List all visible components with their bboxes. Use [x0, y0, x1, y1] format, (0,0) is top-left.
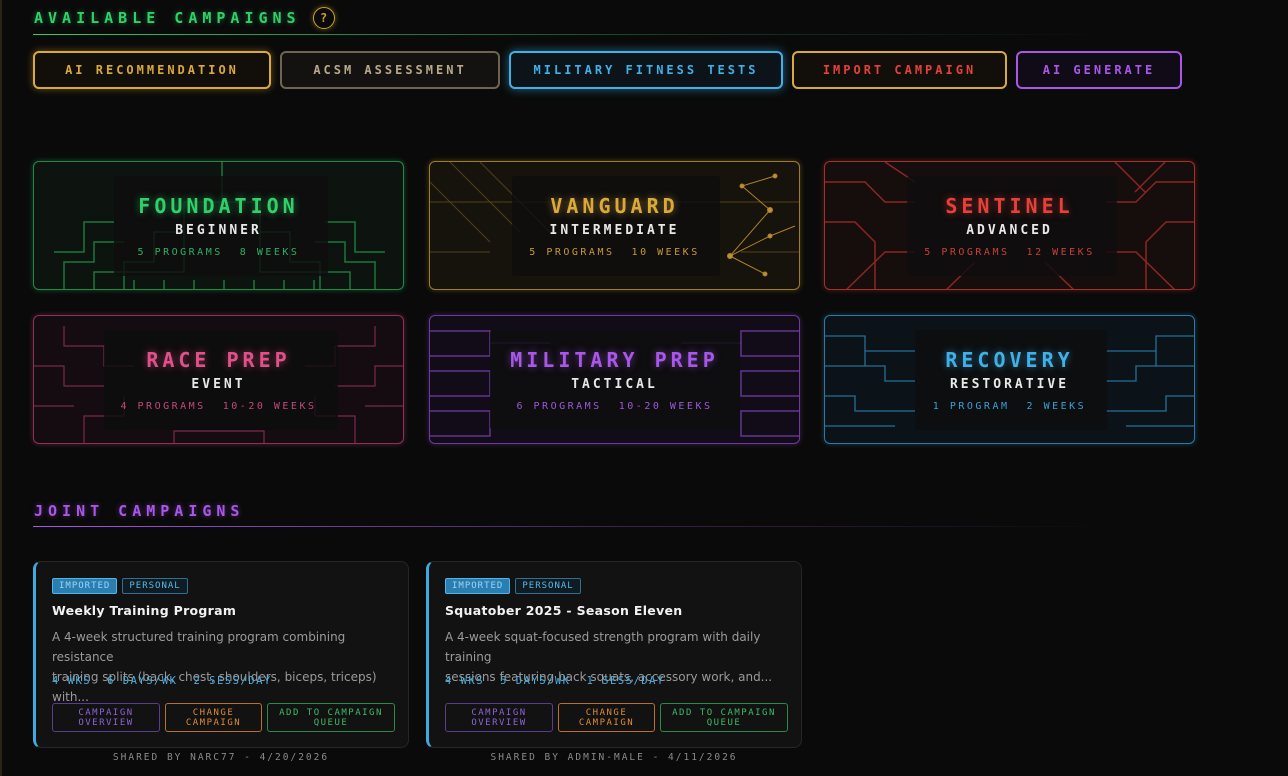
joint-campaign-card[interactable]: IMPORTED PERSONAL Squatober 2025 - Seaso… — [426, 561, 802, 748]
campaign-programs: 5 PROGRAMS — [137, 247, 223, 258]
campaign-meta: 4 PROGRAMS 10-20 WEEKS — [34, 401, 403, 412]
help-icon[interactable]: ? — [312, 7, 335, 29]
days-stat: 5 DAYS/WK — [500, 675, 571, 687]
campaign-meta: 5 PROGRAMS 10 WEEKS — [430, 247, 799, 258]
campaign-level: ADVANCED — [966, 223, 1053, 238]
campaign-programs: 1 PROGRAM — [932, 401, 1010, 412]
badge-group: IMPORTED PERSONAL — [52, 578, 188, 594]
change-campaign-button[interactable]: CHANGE CAMPAIGN — [558, 703, 655, 732]
acsm-assessment-button[interactable]: ACSM ASSESSMENT — [280, 51, 500, 89]
campaign-action-buttons: AI RECOMMENDATION ACSM ASSESSMENT MILITA… — [33, 51, 1182, 89]
left-edge-line — [0, 0, 2, 776]
sessions-stat: 1 SESS/DAY — [586, 675, 665, 687]
campaign-programs: 5 PROGRAMS — [924, 247, 1010, 258]
available-divider — [33, 34, 1107, 35]
campaign-meta: 5 PROGRAMS 8 WEEKS — [34, 247, 403, 258]
imported-badge: IMPORTED — [52, 578, 118, 594]
campaign-overview-button[interactable]: CAMPAIGN OVERVIEW — [445, 703, 553, 732]
imported-badge: IMPORTED — [445, 578, 511, 594]
add-to-queue-button[interactable]: ADD TO CAMPAIGN QUEUE — [267, 703, 395, 732]
description-line: A 4-week squat-focused strength program … — [445, 630, 761, 664]
joint-divider — [33, 526, 1107, 527]
shared-by-label: SHARED BY ADMIN-MALE - 4/11/2026 — [490, 752, 738, 763]
personal-badge: PERSONAL — [122, 578, 188, 594]
shared-by-label: SHARED BY NARC77 - 4/20/2026 — [112, 752, 330, 763]
available-campaigns-title: AVAILABLE CAMPAIGNS — [34, 9, 301, 27]
import-campaign-button[interactable]: IMPORT CAMPAIGN — [792, 51, 1007, 89]
campaign-name: RECOVERY — [945, 348, 1074, 372]
change-campaign-button[interactable]: CHANGE CAMPAIGN — [165, 703, 262, 732]
badge-group: IMPORTED PERSONAL — [445, 578, 581, 594]
campaign-level: EVENT — [191, 377, 246, 392]
campaign-name: SENTINEL — [945, 194, 1074, 218]
campaign-level: RESTORATIVE — [949, 377, 1070, 392]
campaign-duration: 10 WEEKS — [631, 247, 700, 258]
description-line: A 4-week structured training program com… — [52, 630, 346, 664]
ai-recommendation-button[interactable]: AI RECOMMENDATION — [33, 51, 271, 89]
campaign-card-sentinel[interactable]: SENTINEL ADVANCED 5 PROGRAMS 12 WEEKS — [824, 161, 1195, 290]
campaign-duration: 8 WEEKS — [239, 247, 300, 258]
campaign-name: RACE PREP — [146, 348, 291, 372]
campaign-meta: 6 PROGRAMS 10-20 WEEKS — [430, 401, 799, 412]
personal-badge: PERSONAL — [515, 578, 581, 594]
joint-campaign-stats: 4 WKS 5 DAYS/WK 1 SESS/DAY — [445, 675, 665, 687]
joint-card-actions: CAMPAIGN OVERVIEW CHANGE CAMPAIGN ADD TO… — [52, 703, 395, 732]
campaign-name: FOUNDATION — [138, 194, 299, 218]
joint-card-actions: CAMPAIGN OVERVIEW CHANGE CAMPAIGN ADD TO… — [445, 703, 788, 732]
ai-generate-button[interactable]: AI GENERATE — [1016, 51, 1182, 89]
campaign-level: BEGINNER — [175, 223, 262, 238]
joint-campaigns-title: JOINT CAMPAIGNS — [34, 502, 245, 520]
description-line: training splits (back, chest, shoulders,… — [52, 670, 377, 704]
campaign-card-military-prep[interactable]: MILITARY PREP TACTICAL 6 PROGRAMS 10-20 … — [429, 315, 800, 444]
weeks-stat: 4 WKS — [52, 675, 92, 687]
campaign-meta: 5 PROGRAMS 12 WEEKS — [825, 247, 1194, 258]
joint-campaign-description: A 4-week structured training program com… — [52, 627, 392, 707]
campaign-card-recovery[interactable]: RECOVERY RESTORATIVE 1 PROGRAM 2 WEEKS — [824, 315, 1195, 444]
military-fitness-tests-button[interactable]: MILITARY FITNESS TESTS — [509, 51, 783, 89]
campaign-name: VANGUARD — [550, 194, 679, 218]
add-to-queue-button[interactable]: ADD TO CAMPAIGN QUEUE — [660, 703, 788, 732]
available-campaigns-header: AVAILABLE CAMPAIGNS ? — [34, 7, 335, 29]
days-stat: 6 DAYS/WK — [107, 675, 178, 687]
campaign-card-vanguard[interactable]: VANGUARD INTERMEDIATE 5 PROGRAMS 10 WEEK… — [429, 161, 800, 290]
campaign-duration: 10-20 WEEKS — [222, 401, 317, 412]
campaign-programs: 5 PROGRAMS — [529, 247, 615, 258]
joint-campaign-title: Squatober 2025 - Season Eleven — [445, 603, 683, 618]
joint-campaigns-header: JOINT CAMPAIGNS — [34, 502, 244, 520]
campaign-level: TACTICAL — [571, 377, 658, 392]
campaign-card-foundation[interactable]: FOUNDATION BEGINNER 5 PROGRAMS 8 WEEKS — [33, 161, 404, 290]
joint-campaign-card[interactable]: IMPORTED PERSONAL Weekly Training Progra… — [33, 561, 409, 748]
campaign-meta: 1 PROGRAM 2 WEEKS — [825, 401, 1194, 412]
joint-campaign-stats: 4 WKS 6 DAYS/WK 2 SESS/DAY — [52, 675, 272, 687]
campaign-programs: 4 PROGRAMS — [120, 401, 206, 412]
campaign-duration: 10-20 WEEKS — [618, 401, 713, 412]
campaign-programs: 6 PROGRAMS — [516, 401, 602, 412]
sessions-stat: 2 SESS/DAY — [193, 675, 272, 687]
weeks-stat: 4 WKS — [445, 675, 485, 687]
joint-campaign-title: Weekly Training Program — [52, 603, 237, 618]
campaign-card-race-prep[interactable]: RACE PREP EVENT 4 PROGRAMS 10-20 WEEKS — [33, 315, 404, 444]
campaign-overview-button[interactable]: CAMPAIGN OVERVIEW — [52, 703, 160, 732]
campaign-level: INTERMEDIATE — [549, 223, 680, 238]
campaign-name: MILITARY PREP — [510, 348, 719, 372]
campaign-duration: 12 WEEKS — [1026, 247, 1095, 258]
campaign-duration: 2 WEEKS — [1026, 401, 1087, 412]
